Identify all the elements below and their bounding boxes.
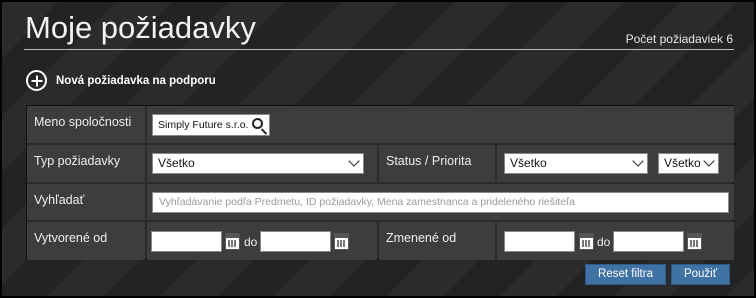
chevron-down-icon <box>632 155 644 167</box>
search-cell: Vyhľadávanie podľa Predmetu, ID požiadav… <box>147 184 734 220</box>
new-request-link[interactable]: Nová požiadavka na podporu <box>26 70 216 91</box>
type-cell: Všetko <box>147 145 377 182</box>
search-input[interactable]: Vyhľadávanie podľa Predmetu, ID požiadav… <box>152 192 729 213</box>
created-to-input[interactable] <box>260 231 331 252</box>
created-from-input[interactable] <box>151 231 222 252</box>
page-frame: Moje požiadavky Počet požiadaviek 6 Nová… <box>2 2 754 296</box>
status-label: Status / Priorita <box>379 145 495 182</box>
status-select[interactable]: Všetko <box>504 153 648 174</box>
search-label: Vyhľadať <box>27 184 145 220</box>
type-select[interactable]: Všetko <box>152 153 364 174</box>
company-value: Simply Future s.r.o. <box>158 119 249 131</box>
apply-button[interactable]: Použiť <box>671 264 730 285</box>
request-count: Počet požiadaviek 6 <box>625 32 733 46</box>
plus-circle-icon <box>26 70 47 91</box>
calendar-icon[interactable] <box>225 233 240 250</box>
new-request-label: Nová požiadavka na podporu <box>56 74 216 87</box>
modified-from-input[interactable] <box>504 231 575 252</box>
status-select-value: Všetko <box>510 156 547 170</box>
divider <box>24 49 734 50</box>
modified-to-label: do <box>597 235 611 249</box>
modified-to-input[interactable] <box>613 231 684 252</box>
chevron-down-icon <box>348 155 360 167</box>
calendar-icon[interactable] <box>687 233 702 250</box>
filter-panel: Meno spoločnosti Simply Future s.r.o. Ty… <box>26 105 734 260</box>
modified-cell: do <box>497 222 734 260</box>
company-picker[interactable]: Simply Future s.r.o. <box>152 114 270 136</box>
calendar-icon[interactable] <box>334 233 349 250</box>
created-cell: do <box>147 222 377 260</box>
company-cell: Simply Future s.r.o. <box>147 106 734 143</box>
modified-label: Zmenené od <box>379 222 495 260</box>
company-label: Meno spoločnosti <box>27 106 145 143</box>
created-label: Vytvorené od <box>27 222 145 260</box>
type-select-value: Všetko <box>158 156 195 170</box>
search-icon[interactable] <box>252 118 263 129</box>
type-label: Typ požiadavky <box>27 145 145 182</box>
priority-select-value: Všetko <box>664 156 701 170</box>
created-to-label: do <box>244 235 258 249</box>
priority-select[interactable]: Všetko <box>658 153 719 174</box>
page-title: Moje požiadavky <box>25 10 256 45</box>
chevron-down-icon <box>703 155 715 167</box>
status-cell: Všetko Všetko <box>497 145 734 182</box>
reset-filter-button[interactable]: Reset filtra <box>585 264 666 285</box>
calendar-icon[interactable] <box>579 233 594 250</box>
